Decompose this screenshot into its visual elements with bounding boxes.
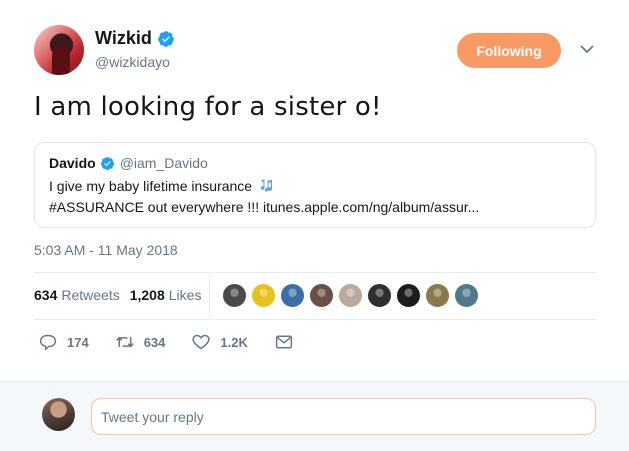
retweet-button[interactable]: 634	[115, 333, 166, 351]
heart-icon	[192, 334, 210, 350]
liker-avatar-5[interactable]	[338, 283, 363, 308]
quoted-tweet[interactable]: Davido @iam_Davido I give my baby lifeti…	[34, 142, 596, 228]
author-name-row: Wizkid	[95, 28, 175, 49]
retweet-count: 634	[143, 334, 166, 350]
liker-avatar-6[interactable]	[367, 283, 392, 308]
liker-avatar-8[interactable]	[425, 283, 450, 308]
reply-count: 174	[67, 334, 89, 350]
likes-label: Likes	[168, 287, 202, 303]
likes-count: 1,208	[129, 287, 165, 303]
liker-avatar-7[interactable]	[396, 283, 421, 308]
tweet-card: Wizkid @wizkidayo Following I am looking…	[0, 0, 629, 381]
reply-button[interactable]: 174	[38, 333, 89, 351]
reply-input[interactable]	[91, 398, 596, 435]
engagement-stats: 634 Retweets 1,208 Likes	[34, 287, 211, 303]
author-handle[interactable]: @wizkidayo	[95, 54, 170, 70]
tweet-actions: 174 634 1.2K	[38, 333, 329, 351]
quoted-author-handle: @iam_Davido	[119, 155, 208, 171]
verified-badge-icon	[157, 30, 174, 47]
author-display-name[interactable]: Wizkid	[95, 28, 152, 49]
musical-notes-icon	[260, 179, 273, 192]
reply-composer	[0, 381, 629, 451]
verified-badge-icon	[100, 156, 114, 170]
liker-avatar-4[interactable]	[309, 283, 334, 308]
like-count: 1.2K	[220, 334, 248, 350]
quoted-tweet-header: Davido @iam_Davido	[49, 155, 581, 171]
quoted-tweet-line: I give my baby lifetime insurance	[49, 177, 581, 195]
current-user-avatar[interactable]	[42, 398, 75, 431]
retweet-icon	[115, 336, 134, 348]
chevron-down-icon[interactable]	[580, 44, 594, 54]
liker-avatar-1[interactable]	[222, 283, 247, 308]
likes-stat[interactable]: 1,208 Likes	[130, 287, 202, 303]
envelope-icon	[275, 335, 292, 349]
divider	[34, 319, 596, 320]
liker-avatars	[222, 283, 483, 308]
quoted-tweet-text-2: #ASSURANCE out everywhere !!! itunes.app…	[49, 199, 480, 215]
retweets-stat[interactable]: 634 Retweets	[34, 287, 120, 303]
direct-message-button[interactable]	[274, 333, 303, 351]
retweets-label: Retweets	[61, 287, 120, 303]
divider	[34, 272, 596, 273]
divider	[209, 274, 210, 318]
author-avatar[interactable]	[34, 25, 84, 75]
tweet-text: I am looking for a sister o!	[34, 92, 382, 122]
liker-avatar-2[interactable]	[251, 283, 276, 308]
quoted-tweet-text-1: I give my baby lifetime insurance	[49, 178, 253, 194]
tweet-timestamp[interactable]: 5:03 AM - 11 May 2018	[34, 242, 178, 258]
like-button[interactable]: 1.2K	[191, 333, 248, 351]
liker-avatar-3[interactable]	[280, 283, 305, 308]
reply-icon	[39, 334, 57, 351]
liker-avatar-9[interactable]	[454, 283, 479, 308]
quoted-author-name: Davido	[49, 155, 96, 171]
following-button[interactable]: Following	[457, 33, 561, 68]
retweets-count: 634	[34, 287, 58, 303]
